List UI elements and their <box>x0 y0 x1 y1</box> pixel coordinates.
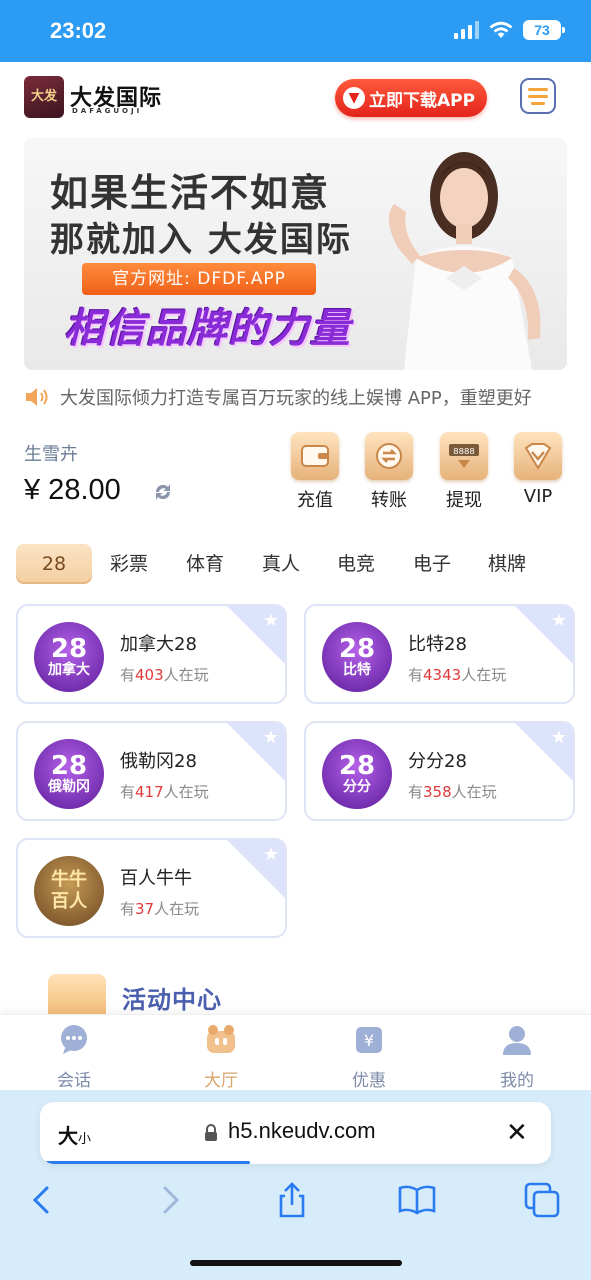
withdraw-label: 提现 <box>446 490 482 511</box>
status-time: 23:02 <box>50 18 107 43</box>
game-thumbnail: 28 俄勒冈 <box>34 739 104 809</box>
status-bar: 23:02 73 <box>0 0 591 62</box>
game-thumbnail: 28 比特 <box>322 622 392 692</box>
tab-28[interactable]: 28 <box>16 544 92 584</box>
recharge-label: 充值 <box>297 490 333 511</box>
refresh-balance-icon[interactable] <box>152 481 174 503</box>
address-bar[interactable]: 大小 h5.nkeudv.com ✕ <box>40 1102 551 1164</box>
nav-lobby[interactable]: 大厅 <box>181 1023 261 1091</box>
battery-indicator: 73 <box>523 20 565 40</box>
game-thumbnail: 牛牛 百人 <box>34 856 104 926</box>
announcement-marquee[interactable]: 大发国际倾力打造专属百万玩家的线上娱博 APP，重塑更好 <box>24 382 591 412</box>
transfer-label: 转账 <box>371 490 407 511</box>
game-player-count: 有417人在玩 <box>120 783 209 801</box>
game-title: 分分28 <box>408 751 467 772</box>
wallet-icon <box>291 432 339 480</box>
game-title: 加拿大28 <box>120 634 197 655</box>
banner-model-illustration <box>388 152 541 370</box>
download-arrow-icon: ▼ <box>343 87 365 109</box>
speaker-icon <box>26 388 48 406</box>
browser-toolbar: 大小 h5.nkeudv.com ✕ <box>0 1090 591 1280</box>
banner-headline-1: 如果生活不如意 <box>50 171 331 215</box>
game-card-oregon28[interactable]: ★ 28 俄勒冈 俄勒冈28 有417人在玩 <box>16 721 287 821</box>
favorite-star-icon[interactable]: ★ <box>263 844 279 865</box>
nav-profile[interactable]: 我的 <box>477 1023 557 1091</box>
game-title: 比特28 <box>408 634 467 655</box>
menu-button[interactable] <box>520 78 556 114</box>
game-thumbnail: 28 加拿大 <box>34 622 104 692</box>
nav-profile-label: 我的 <box>500 1071 534 1091</box>
nav-promotions[interactable]: ¥ 优惠 <box>329 1023 409 1091</box>
favorite-star-icon[interactable]: ★ <box>551 727 567 748</box>
game-title: 百人牛牛 <box>120 868 192 889</box>
withdraw-button[interactable]: 8888 提现 <box>439 432 489 512</box>
banner-headline-2: 那就加入 大发国际 <box>50 220 352 260</box>
game-category-tabs: 28 彩票 体育 真人 电竞 电子 棋牌 <box>16 544 591 586</box>
withdraw-icon: 8888 <box>440 432 488 480</box>
transfer-button[interactable]: 转账 <box>364 432 414 512</box>
vip-button[interactable]: VIP <box>513 432 563 507</box>
brand-logo[interactable]: 大发 <box>24 76 64 118</box>
recharge-button[interactable]: 充值 <box>290 432 340 512</box>
nav-lobby-label: 大厅 <box>204 1071 238 1091</box>
nav-chat[interactable]: 会话 <box>34 1023 114 1091</box>
home-indicator <box>190 1260 402 1266</box>
game-player-count: 有37人在玩 <box>120 900 200 918</box>
forward-icon[interactable] <box>150 1180 190 1220</box>
cellular-signal-icon <box>454 21 479 39</box>
tab-electronic[interactable]: 电子 <box>411 544 453 584</box>
svg-text:¥: ¥ <box>364 1031 374 1050</box>
game-card-bairen-niuniu[interactable]: ★ 牛牛 百人 百人牛牛 有37人在玩 <box>16 838 287 938</box>
svg-text:8888: 8888 <box>453 447 475 457</box>
favorite-star-icon[interactable]: ★ <box>263 727 279 748</box>
nav-chat-label: 会话 <box>57 1071 91 1091</box>
wifi-icon <box>489 21 513 38</box>
game-card-canada28[interactable]: ★ 28 加拿大 加拿大28 有403人在玩 <box>16 604 287 704</box>
tab-sports[interactable]: 体育 <box>184 544 226 584</box>
banner-official-url: 官方网址: DFDF.APP <box>82 263 316 295</box>
lobby-icon <box>207 1025 235 1053</box>
brand-subtitle: DAFAGUOJI <box>72 107 143 115</box>
text-size-button[interactable]: 大小 <box>58 1120 91 1149</box>
game-card-fenfen28[interactable]: ★ 28 分分 分分28 有358人在玩 <box>304 721 575 821</box>
tab-chess-cards[interactable]: 棋牌 <box>486 544 528 584</box>
banner-slogan: 相信品牌的力量 <box>64 306 351 352</box>
tabs-icon[interactable] <box>522 1180 562 1220</box>
app-header: 大发 大发国际 DAFAGUOJI ▼ 立即下载APP <box>0 62 591 134</box>
vip-icon <box>514 432 562 480</box>
bookmarks-icon[interactable] <box>397 1180 437 1220</box>
promo-banner[interactable]: 如果生活不如意 那就加入 大发国际 官方网址: DFDF.APP 相信品牌的力量 <box>24 138 567 370</box>
game-player-count: 有4343人在玩 <box>408 666 507 684</box>
transfer-icon <box>365 432 413 480</box>
url-text[interactable]: h5.nkeudv.com <box>228 1118 376 1144</box>
lock-icon <box>205 1124 217 1141</box>
game-title: 俄勒冈28 <box>120 751 197 772</box>
game-player-count: 有358人在玩 <box>408 783 497 801</box>
page-load-progress <box>46 1161 250 1164</box>
nav-promotions-label: 优惠 <box>352 1071 386 1091</box>
tab-lottery[interactable]: 彩票 <box>108 544 150 584</box>
favorite-star-icon[interactable]: ★ <box>551 610 567 631</box>
download-app-button[interactable]: ▼ 立即下载APP <box>335 79 487 117</box>
marquee-text: 大发国际倾力打造专属百万玩家的线上娱博 APP，重塑更好 <box>60 388 532 409</box>
balance-amount: ¥ 28.00 <box>24 474 121 506</box>
game-thumbnail: 28 分分 <box>322 739 392 809</box>
tab-esports[interactable]: 电竞 <box>335 544 377 584</box>
status-icons: 73 <box>454 20 565 40</box>
activity-center-title[interactable]: 活动中心 <box>122 980 222 1015</box>
close-icon[interactable]: ✕ <box>506 1120 528 1146</box>
profile-icon <box>503 1026 531 1055</box>
back-icon[interactable] <box>22 1180 62 1220</box>
favorite-star-icon[interactable]: ★ <box>263 610 279 631</box>
game-player-count: 有403人在玩 <box>120 666 209 684</box>
username: 生雪卉 <box>24 444 78 465</box>
bottom-navigation: 会话 大厅 ¥ 优惠 我的 <box>0 1014 591 1092</box>
share-icon[interactable] <box>272 1180 312 1220</box>
promo-icon: ¥ <box>356 1027 382 1053</box>
download-app-label: 立即下载APP <box>369 90 476 111</box>
tab-live-casino[interactable]: 真人 <box>260 544 302 584</box>
game-card-bitcoin28[interactable]: ★ 28 比特 比特28 有4343人在玩 <box>304 604 575 704</box>
chat-icon <box>61 1025 87 1054</box>
vip-label: VIP <box>523 486 553 507</box>
